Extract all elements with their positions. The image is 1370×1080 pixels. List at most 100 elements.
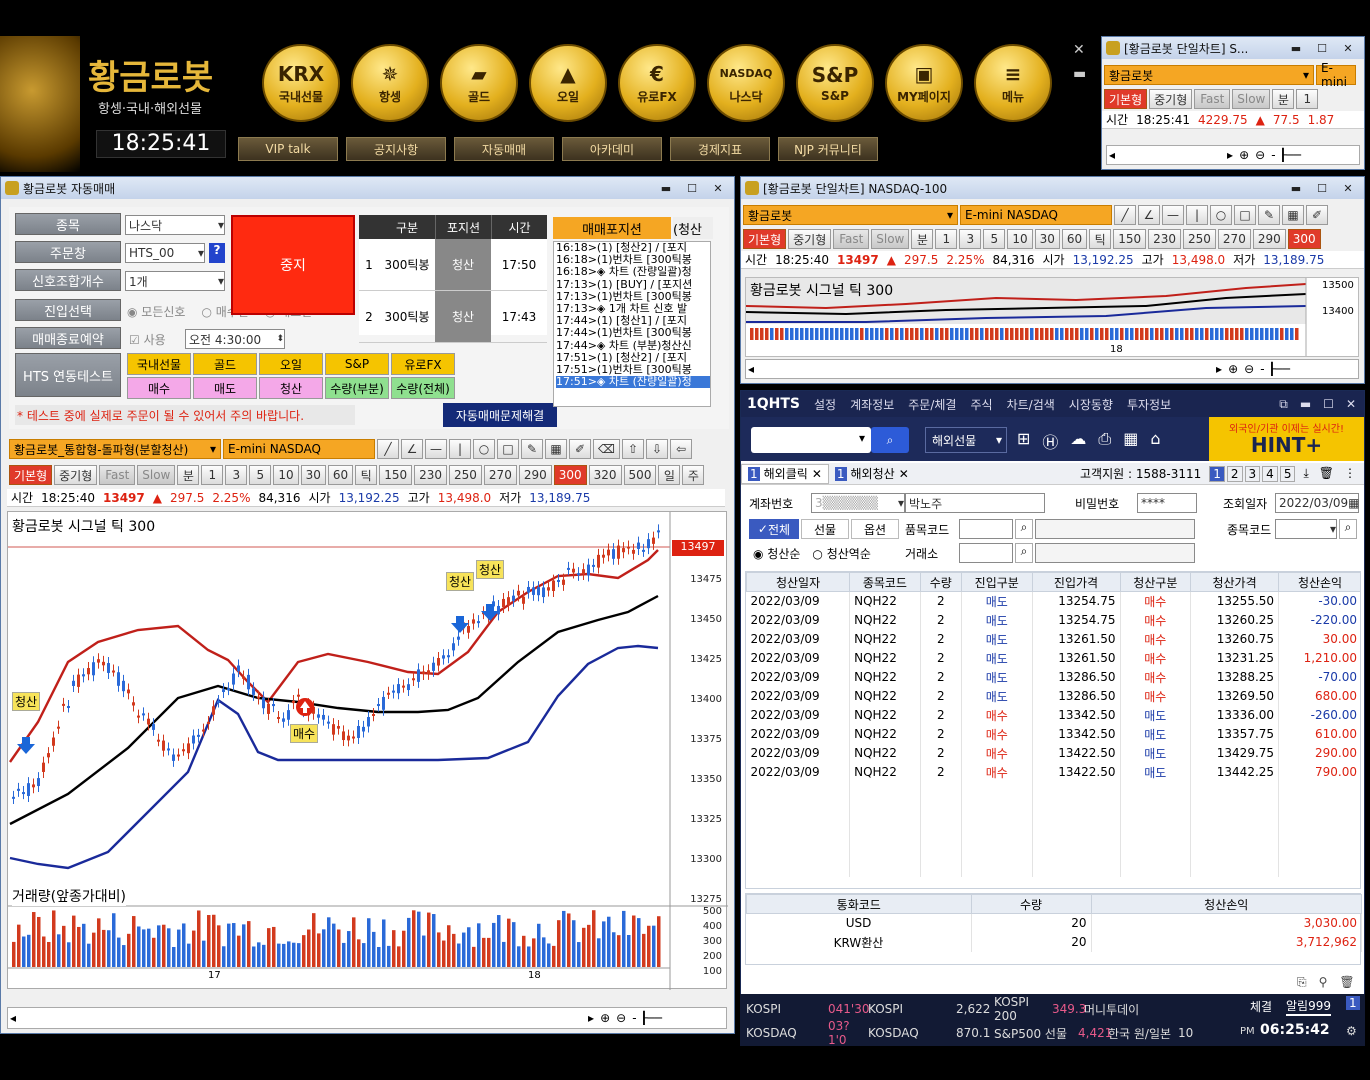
hline-tool-icon[interactable]: — <box>1162 205 1184 225</box>
page-button[interactable]: 2 <box>1226 465 1243 482</box>
timeframe-button[interactable]: 60 <box>1061 229 1088 249</box>
timeframe-button[interactable]: 300 <box>553 465 587 485</box>
minimize-icon[interactable]: ▬ <box>1284 180 1308 196</box>
banner-button-0[interactable]: KRX 국내선물 <box>262 44 340 122</box>
calculator-icon[interactable]: ▦ <box>1123 429 1138 453</box>
timeframe-button[interactable]: 230 <box>414 465 448 485</box>
timeframe-button[interactable]: 270 <box>1217 229 1251 249</box>
timeframe-button[interactable]: 분 <box>177 465 200 485</box>
scroll-left-icon[interactable]: ◂ <box>10 1011 16 1025</box>
timeframe-button[interactable]: 320 <box>588 465 622 485</box>
table-row[interactable]: 2022/03/09 NQH22 2 매수 13342.50 매도 13336.00 -260… <box>746 705 1360 725</box>
timeframe-button[interactable]: 5 <box>249 465 272 485</box>
menu-item[interactable]: 설정 <box>814 396 836 413</box>
nasdaq-chart-area[interactable]: 황금로봇 시그널 틱 300 13500 13400 18 <box>745 277 1359 357</box>
symbol-select[interactable]: 나스닥 ▾ <box>125 215 225 235</box>
arrow-left-icon[interactable]: ⇦ <box>669 439 692 459</box>
timeframe-button[interactable]: 150 <box>379 465 413 485</box>
timeframe-button[interactable]: 3 <box>959 229 982 249</box>
page-button[interactable]: 5 <box>1279 465 1296 482</box>
column-header[interactable]: 진입구분 <box>960 572 1033 592</box>
table-row[interactable]: 2022/03/09 NQH22 2 매수 13422.50 매도 13442.25 790.… <box>746 762 1360 782</box>
minimize-icon[interactable]: ▬ <box>654 180 678 196</box>
reserve-time-input[interactable]: 오전 4:30:00 ⬍ <box>185 329 285 349</box>
table-row[interactable]: 2022/03/09 NQH22 2 매도 13261.50 매수 13260.75 30.0… <box>746 629 1360 649</box>
menu-item[interactable]: 투자정보 <box>1127 396 1171 413</box>
minimize-icon[interactable]: ▬ <box>1073 66 1086 82</box>
column-header[interactable]: 수량 <box>919 572 962 592</box>
palette-icon[interactable]: ▦ <box>545 439 567 459</box>
eraser-icon[interactable]: ⌫ <box>593 439 620 459</box>
symbol-select[interactable]: E-mini <box>1316 61 1356 89</box>
page-button[interactable]: 3 <box>1244 465 1261 482</box>
table-row[interactable]: 2022/03/09 NQH22 2 매도 13261.50 매수 13231.25 1,21… <box>746 648 1360 668</box>
hts-order-button[interactable]: 매도 <box>193 377 257 399</box>
chat-icon[interactable]: ☁ <box>1070 429 1086 453</box>
item-search-button[interactable]: ⌕ <box>1015 519 1033 539</box>
close-icon[interactable]: ✕ <box>1336 40 1360 56</box>
zoom-in-icon[interactable]: ⊕ <box>1239 148 1249 162</box>
circle-tool-icon[interactable]: ○ <box>1210 205 1232 225</box>
timeframe-button[interactable]: 270 <box>483 465 517 485</box>
scroll-right-icon[interactable]: ▸ <box>588 1011 594 1025</box>
rect-tool-icon[interactable]: □ <box>1234 205 1256 225</box>
banner-button-7[interactable]: ▣ MY페이지 <box>885 44 963 122</box>
timeframe-button[interactable]: Slow <box>1232 89 1271 109</box>
symbol-select[interactable]: E-mini NASDAQ <box>223 439 375 459</box>
hts-market-button[interactable]: 골드 <box>193 353 257 375</box>
code-select[interactable]: ▾ <box>1275 519 1337 539</box>
filter-options[interactable]: 옵션 <box>851 519 899 539</box>
pencil-icon[interactable]: ✎ <box>1258 205 1280 225</box>
vline-tool-icon[interactable]: | <box>449 439 471 459</box>
robot-select[interactable]: 황금로봇_통합형-돌파형(분할청산) ▾ <box>9 439 221 459</box>
order-select[interactable]: HTS_00 ▾ <box>125 243 205 263</box>
timeframe-button[interactable]: 10 <box>1007 229 1033 249</box>
home-icon[interactable]: ⌂ <box>1150 429 1160 453</box>
item-code-input[interactable] <box>959 519 1013 539</box>
download-icon[interactable]: ⤓ <box>1303 466 1308 481</box>
zoom-slider[interactable]: - ┠── <box>1260 362 1290 376</box>
hline-tool-icon[interactable]: — <box>425 439 447 459</box>
banner-button-8[interactable]: ≡ 메뉴 <box>974 44 1052 122</box>
zoom-out-icon[interactable]: ⊖ <box>1244 362 1254 376</box>
pin-icon[interactable]: ⚲ <box>1319 975 1328 990</box>
zoom-slider[interactable]: - ┠── <box>1271 148 1301 162</box>
hts-market-button[interactable]: 오일 <box>259 353 323 375</box>
chegyeol-button[interactable]: 체결 <box>1250 998 1272 1015</box>
banner-button-6[interactable]: S&P S&P <box>796 44 874 122</box>
trash-icon[interactable]: 🗑 <box>1339 975 1354 990</box>
use-checkbox[interactable]: ☑ 사용 <box>129 331 166 348</box>
timeframe-button[interactable]: 주 <box>682 465 705 485</box>
timeframe-button[interactable]: 1 <box>1296 89 1319 109</box>
timeframe-button[interactable]: 500 <box>623 465 657 485</box>
scroll-zoom-bar[interactable]: ◂ ▸ ⊕ ⊖ - ┠── <box>1106 145 1360 165</box>
timeframe-button[interactable]: 틱 <box>355 465 378 485</box>
timeframe-button[interactable]: 중기형 <box>54 465 98 485</box>
table-row[interactable]: 2022/03/09 NQH22 2 매도 13286.50 매수 13288.25 -70.… <box>746 667 1360 687</box>
timeframe-button[interactable]: 290 <box>1252 229 1286 249</box>
gear-icon[interactable]: ⚙ <box>1346 1024 1357 1038</box>
timeframe-button[interactable]: 중기형 <box>1149 89 1193 109</box>
robot-select[interactable]: 황금로봇 ▾ <box>1104 65 1314 85</box>
table-row[interactable]: 2022/03/09 NQH22 2 매도 13254.75 매수 13255.50 -30.… <box>746 591 1360 611</box>
zoom-slider[interactable]: - ┠── <box>632 1011 662 1025</box>
search-button[interactable]: ⌕ <box>871 427 909 453</box>
filter-futures[interactable]: 선물 <box>801 519 849 539</box>
timeframe-button[interactable]: 기본형 <box>743 229 787 249</box>
robot-select[interactable]: 황금로봇 ▾ <box>743 205 958 225</box>
timeframe-button[interactable]: 분 <box>911 229 934 249</box>
page-button[interactable]: 1 <box>1209 465 1225 482</box>
code-search-button[interactable]: ⌕ <box>1339 519 1357 539</box>
timeframe-button[interactable]: Fast <box>1194 89 1231 109</box>
signal-select[interactable]: 1개 ▾ <box>125 271 225 291</box>
table-row[interactable]: 2022/03/09 NQH22 2 매수 13342.50 매도 13357.75 610.… <box>746 724 1360 744</box>
fix-button[interactable]: 자동매매문제해결 <box>443 403 557 427</box>
trash-icon[interactable]: 🗑 <box>1319 466 1334 481</box>
hint-ad[interactable]: 외국인/기관 이제는 실시간! HINT+ <box>1209 417 1364 461</box>
close-icon[interactable]: ✕ <box>812 467 822 481</box>
minimize-icon[interactable]: ▬ <box>1284 40 1308 56</box>
timeframe-button[interactable]: 3 <box>225 465 248 485</box>
help-button[interactable]: ? <box>209 243 225 263</box>
signal-log[interactable]: 16:18>(1) [청산2] / [포지 16:18>(1)번차트 [300틱봉… <box>553 241 711 407</box>
symbol-select[interactable]: E-mini NASDAQ <box>960 205 1112 225</box>
